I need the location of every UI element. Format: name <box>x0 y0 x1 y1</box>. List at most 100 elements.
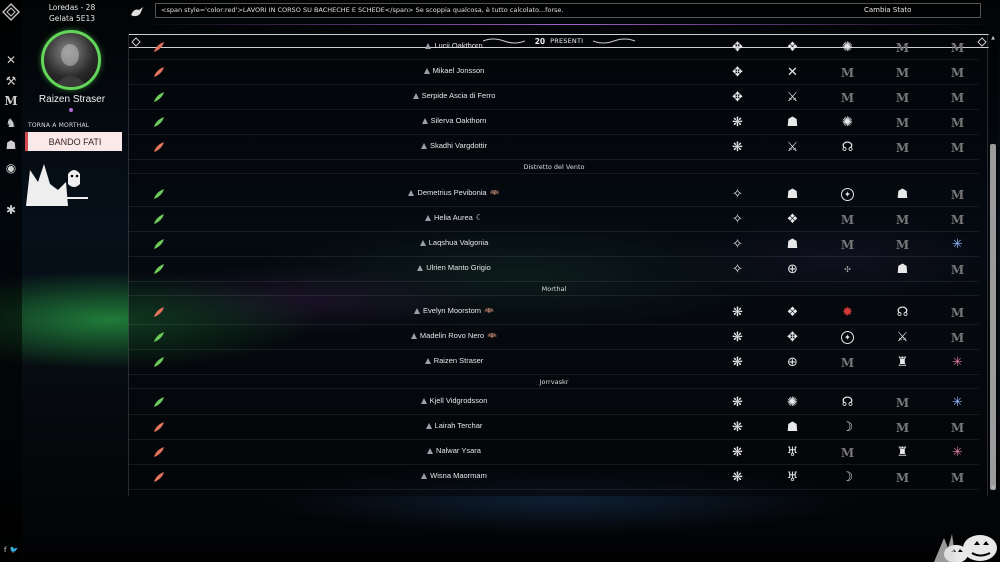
character-name[interactable]: Laqshua Valgonia <box>329 238 579 247</box>
crossed-swords-icon[interactable]: ✕ <box>3 52 19 68</box>
avatar[interactable] <box>41 30 101 90</box>
feather-icon[interactable] <box>153 263 165 275</box>
class-icon[interactable]: ✕ <box>784 64 801 81</box>
feather-icon[interactable] <box>153 471 165 483</box>
faction-icon[interactable]: M <box>949 139 966 156</box>
faction-icon[interactable]: ✳ <box>949 394 966 411</box>
class-icon[interactable]: ⚔ <box>784 89 801 106</box>
class-icon[interactable]: ♅ <box>784 469 801 486</box>
feather-icon[interactable] <box>153 238 165 250</box>
guild-icon[interactable]: ♜ <box>894 354 911 371</box>
class-icon[interactable]: ❖ <box>784 39 801 56</box>
feather-icon[interactable] <box>153 306 165 318</box>
guild-icon[interactable]: ⚔ <box>894 329 911 346</box>
faction-icon[interactable]: M <box>949 114 966 131</box>
faction-icon[interactable]: M <box>949 469 966 486</box>
class-icon[interactable]: ❖ <box>784 211 801 228</box>
race-icon[interactable]: ✧ <box>729 211 746 228</box>
back-to-morthal-link[interactable]: TORNA A MORTHAL <box>28 122 89 129</box>
skill-icon[interactable]: M <box>839 354 856 371</box>
guild-icon[interactable]: M <box>894 39 911 56</box>
dragon-icon[interactable]: ♞ <box>3 115 19 131</box>
character-name[interactable]: Serpide Ascia di Ferro <box>329 91 579 100</box>
feather-icon[interactable] <box>153 91 165 103</box>
race-icon[interactable]: ❋ <box>729 329 746 346</box>
list-scrollbar[interactable]: ▲ ▼ <box>988 34 998 496</box>
guild-icon[interactable]: M <box>894 236 911 253</box>
character-name[interactable]: Nalwar Ysara <box>329 446 579 455</box>
guild-icon[interactable]: M <box>894 114 911 131</box>
guild-icon[interactable]: M <box>894 139 911 156</box>
faction-icon[interactable]: M <box>949 186 966 203</box>
faction-icon[interactable]: M <box>949 419 966 436</box>
skill-icon[interactable]: ☊ <box>839 139 856 156</box>
character-name[interactable]: Helia Aurea ☾ <box>329 213 579 222</box>
class-icon[interactable]: ⊕ <box>784 261 801 278</box>
skill-icon[interactable]: ☽ <box>839 469 856 486</box>
change-status-button[interactable]: Cambia Stato <box>864 6 911 14</box>
guild-icon[interactable]: M <box>894 89 911 106</box>
feather-icon[interactable] <box>153 141 165 153</box>
character-name[interactable]: Kjell Vidgrodsson <box>329 396 579 405</box>
race-icon[interactable]: ✥ <box>729 89 746 106</box>
skill-icon[interactable]: M <box>839 444 856 461</box>
guild-icon[interactable]: M <box>894 64 911 81</box>
feather-icon[interactable] <box>153 331 165 343</box>
spider-icon[interactable]: ✱ <box>3 202 19 218</box>
feather-icon[interactable] <box>153 356 165 368</box>
guild-icon[interactable]: ♜ <box>894 444 911 461</box>
feather-icon[interactable] <box>153 396 165 408</box>
character-name[interactable]: Lucii Oakthorn <box>329 41 579 50</box>
skill-icon[interactable]: M <box>839 89 856 106</box>
faction-icon[interactable]: M <box>949 304 966 321</box>
skill-icon[interactable]: ✣ <box>839 261 856 278</box>
mask-icon[interactable]: ☗ <box>3 137 19 153</box>
guild-icon[interactable]: M <box>894 394 911 411</box>
character-name[interactable]: Ulrien Manto Grigio <box>329 263 579 272</box>
race-icon[interactable]: ❋ <box>729 469 746 486</box>
skill-icon[interactable]: ✦ <box>841 331 854 344</box>
faction-icon[interactable]: M <box>949 39 966 56</box>
skill-icon[interactable]: ☊ <box>839 394 856 411</box>
character-name[interactable]: Skadhi Vargdottir <box>329 141 579 150</box>
race-icon[interactable]: ✧ <box>729 236 746 253</box>
faction-icon[interactable]: M <box>949 211 966 228</box>
guild-icon[interactable]: M <box>894 419 911 436</box>
character-name[interactable]: Madelin Rovo Nero 🦇 <box>329 331 579 340</box>
skill-icon[interactable]: ✹ <box>839 304 856 321</box>
class-icon[interactable]: ⚔ <box>784 139 801 156</box>
faction-icon[interactable]: M <box>949 329 966 346</box>
skill-icon[interactable]: M <box>839 236 856 253</box>
race-icon[interactable]: ❋ <box>729 114 746 131</box>
race-icon[interactable]: ❋ <box>729 419 746 436</box>
race-icon[interactable]: ✧ <box>729 261 746 278</box>
guild-icon[interactable]: M <box>894 469 911 486</box>
skill-icon[interactable]: ☽ <box>839 419 856 436</box>
skill-icon[interactable]: ✺ <box>839 114 856 131</box>
class-icon[interactable]: ❖ <box>784 304 801 321</box>
class-icon[interactable]: ♅ <box>784 444 801 461</box>
eye-icon[interactable]: ◉ <box>3 160 19 176</box>
class-icon[interactable]: ☗ <box>784 114 801 131</box>
class-icon[interactable]: ⊕ <box>784 354 801 371</box>
class-icon[interactable]: ☗ <box>784 236 801 253</box>
twitter-icon[interactable]: 🐦 <box>9 546 18 554</box>
faction-icon[interactable]: M <box>949 261 966 278</box>
class-icon[interactable]: ✺ <box>784 394 801 411</box>
skill-icon[interactable]: M <box>839 64 856 81</box>
race-icon[interactable]: ❋ <box>729 444 746 461</box>
race-icon[interactable]: ✥ <box>729 64 746 81</box>
race-icon[interactable]: ✥ <box>729 39 746 56</box>
feather-icon[interactable] <box>153 421 165 433</box>
race-icon[interactable]: ❋ <box>729 354 746 371</box>
facebook-icon[interactable]: f <box>4 546 6 554</box>
character-name[interactable]: Evelyn Moorstom 🦇 <box>329 306 579 315</box>
feather-icon[interactable] <box>153 446 165 458</box>
hammer-icon[interactable]: ⚒ <box>3 73 19 89</box>
faction-icon[interactable]: M <box>949 89 966 106</box>
bando-fati-button[interactable]: BANDO FATI <box>25 132 122 151</box>
class-icon[interactable]: ✥ <box>784 329 801 346</box>
faction-icon[interactable]: ✳ <box>949 236 966 253</box>
race-icon[interactable]: ✧ <box>729 186 746 203</box>
guild-icon[interactable]: ☊ <box>894 304 911 321</box>
